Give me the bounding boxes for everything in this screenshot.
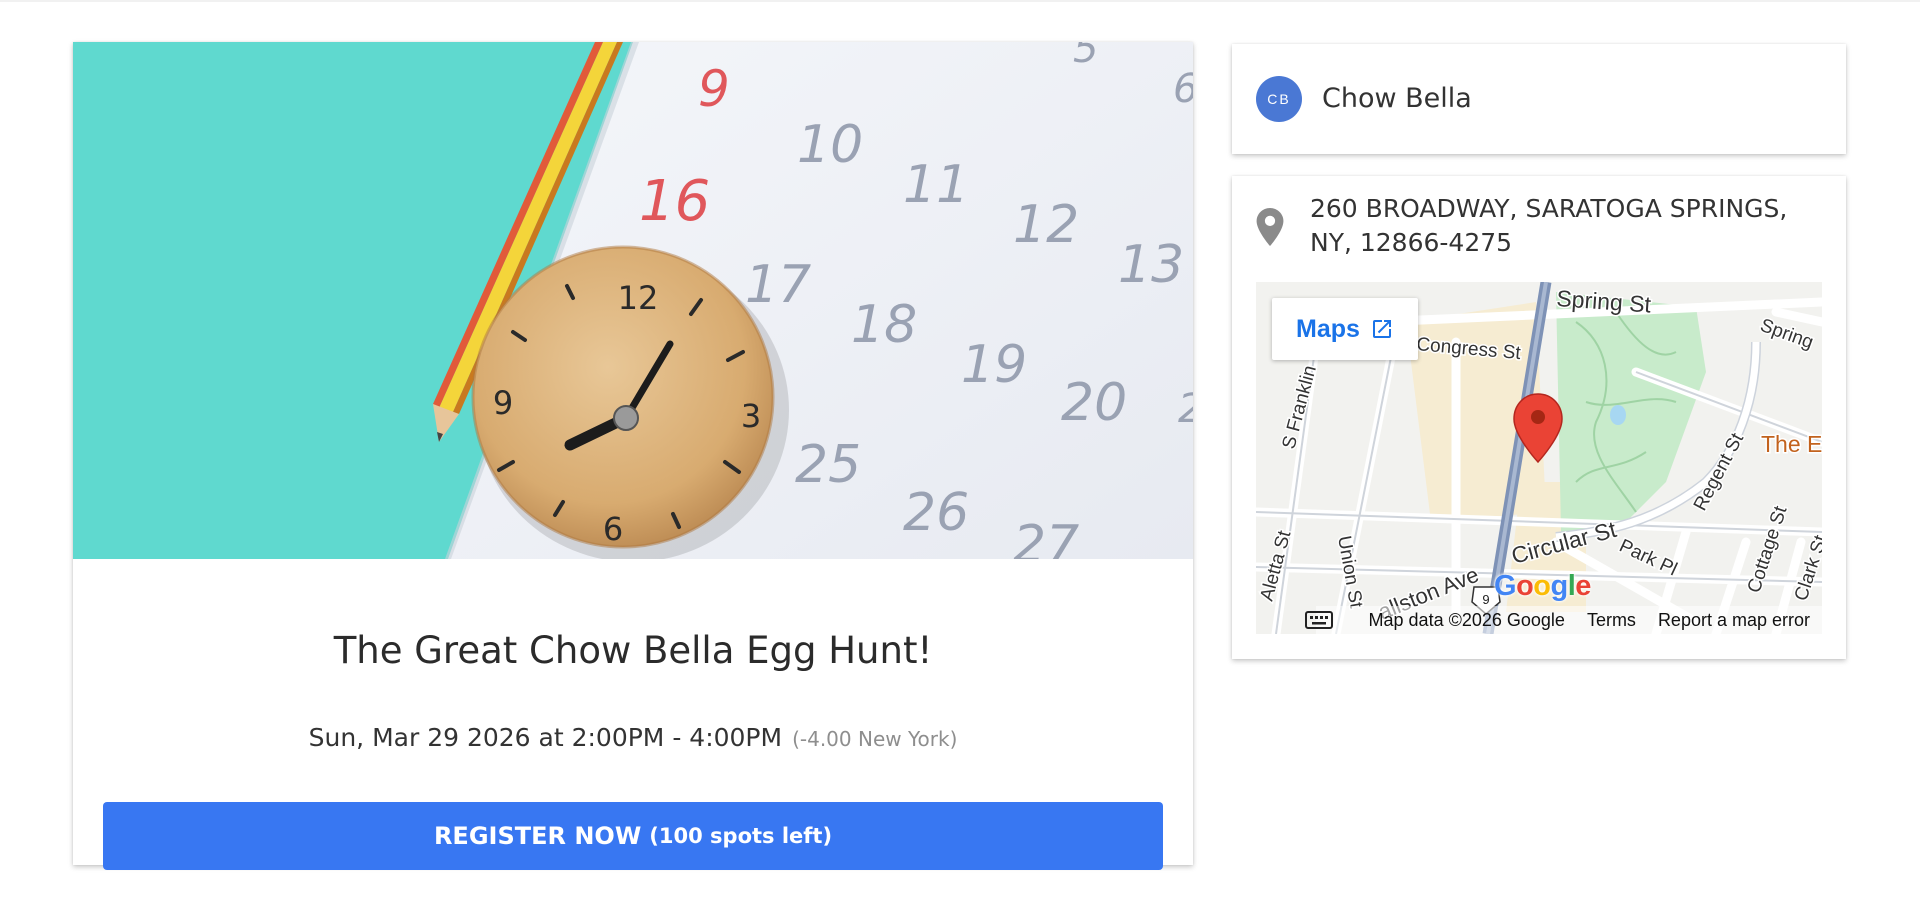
- calendar-clock-illustration: 9 10 11 12 13 16 17 18 19 20 25 26 27 28…: [73, 42, 1193, 559]
- event-card: 9 10 11 12 13 16 17 18 19 20 25 26 27 28…: [73, 42, 1193, 870]
- map-terms-link[interactable]: Terms: [1587, 610, 1636, 631]
- svg-text:25: 25: [795, 435, 861, 495]
- event-hero-image: 9 10 11 12 13 16 17 18 19 20 25 26 27 28…: [73, 42, 1193, 559]
- location-card: 260 BROADWAY, SARATOGA SPRINGS, NY, 1286…: [1232, 176, 1846, 659]
- svg-text:9: 9: [698, 60, 730, 118]
- svg-text:9: 9: [1482, 592, 1489, 607]
- location-pin-icon: [1256, 208, 1284, 246]
- svg-text:28: 28: [1123, 555, 1189, 559]
- top-divider: [0, 0, 1920, 2]
- svg-text:19: 19: [961, 335, 1027, 395]
- svg-text:9: 9: [493, 384, 513, 422]
- svg-text:6: 6: [603, 510, 623, 548]
- google-logo: Google: [1494, 570, 1591, 602]
- svg-text:6: 6: [1173, 66, 1193, 112]
- svg-text:17: 17: [745, 255, 811, 315]
- svg-text:27: 27: [1013, 515, 1079, 559]
- register-button-label: REGISTER NOW: [433, 822, 642, 850]
- register-now-button[interactable]: REGISTER NOW (100 spots left): [103, 802, 1163, 870]
- svg-text:10: 10: [797, 115, 863, 175]
- open-in-new-icon: [1372, 320, 1391, 338]
- svg-text:The E: The E: [1761, 431, 1822, 457]
- host-avatar: CB: [1256, 76, 1302, 122]
- svg-text:16: 16: [639, 169, 710, 234]
- event-address: 260 BROADWAY, SARATOGA SPRINGS, NY, 1286…: [1310, 194, 1788, 257]
- svg-text:12: 12: [1013, 195, 1079, 255]
- svg-text:13: 13: [1118, 235, 1184, 295]
- svg-text:18: 18: [851, 295, 917, 355]
- svg-text:20: 20: [1061, 373, 1127, 433]
- event-timezone: (-4.00 New York): [792, 727, 958, 751]
- svg-text:5: 5: [1073, 42, 1098, 72]
- embedded-map[interactable]: Spring St Congress St S Franklin Circula…: [1256, 282, 1822, 634]
- event-title: The Great Chow Bella Egg Hunt!: [333, 629, 933, 672]
- open-in-maps-button[interactable]: Maps: [1272, 298, 1418, 360]
- svg-text:12: 12: [618, 279, 659, 317]
- host-card: CB Chow Bella: [1232, 44, 1846, 154]
- keyboard-shortcuts-icon[interactable]: [1304, 611, 1333, 629]
- svg-text:26: 26: [903, 483, 969, 543]
- svg-text:11: 11: [903, 155, 969, 215]
- map-attribution: Map data ©2026 Google: [1368, 609, 1565, 630]
- report-map-error-link[interactable]: Report a map error: [1658, 610, 1810, 631]
- event-datetime: Sun, Mar 29 2026 at 2:00PM - 4:00PM (-4.0…: [73, 718, 1193, 759]
- maps-button-label: Maps: [1296, 314, 1360, 343]
- event-date-range: Sun, Mar 29 2026 at 2:00PM - 4:00PM: [308, 723, 783, 752]
- spots-left-label: (100 spots left): [649, 824, 833, 848]
- map-footer: Map data ©2026 Google Terms Report a map…: [1256, 606, 1822, 634]
- svg-text:2: 2: [1178, 386, 1193, 432]
- host-name: Chow Bella: [1322, 83, 1472, 114]
- svg-text:3: 3: [741, 397, 761, 435]
